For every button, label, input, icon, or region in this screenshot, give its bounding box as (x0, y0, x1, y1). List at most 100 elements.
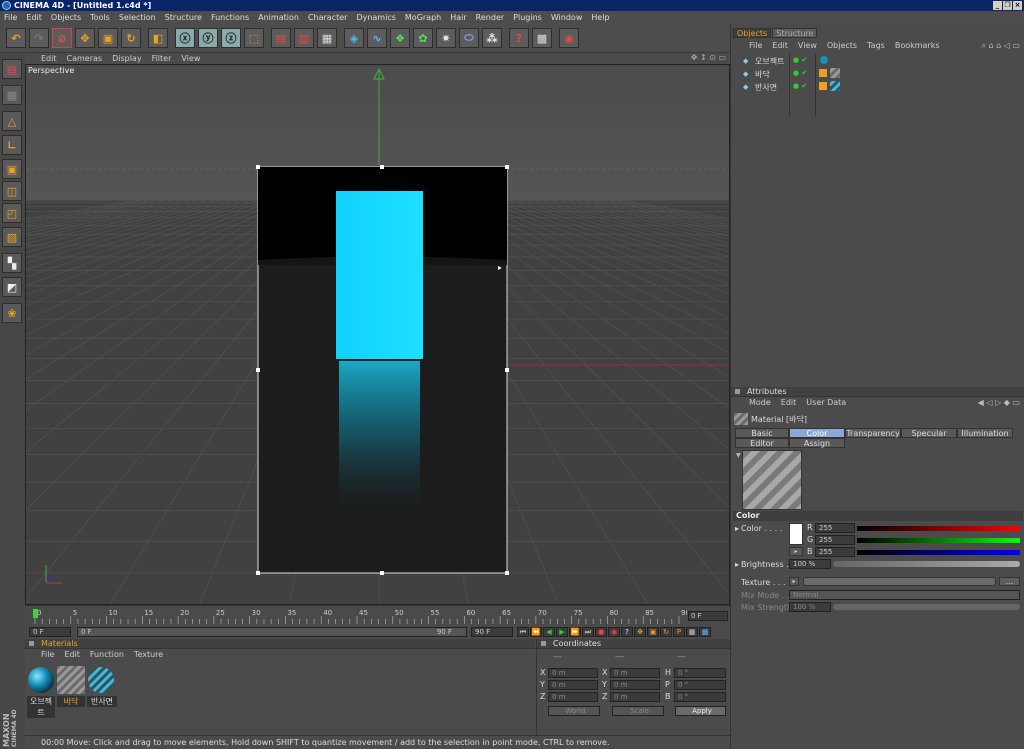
menu-functions[interactable]: Functions (211, 13, 249, 22)
size-y-field[interactable]: 0 m (610, 680, 660, 690)
undo-icon[interactable]: ↶ (6, 28, 26, 48)
texture-options-icon[interactable]: ▸ (789, 577, 799, 586)
layout-grid-icon[interactable]: ▩ (532, 28, 552, 48)
menu-file[interactable]: File (4, 13, 17, 22)
blue-field[interactable]: 255 (815, 547, 855, 557)
viewport-menu-view[interactable]: View (181, 54, 200, 63)
material-swatch-object[interactable]: 오브젝트 (27, 666, 55, 718)
timeline-layout-icon[interactable]: ▩ (699, 627, 711, 637)
render-picture-viewer-icon[interactable]: ▥ (294, 28, 314, 48)
object-row-object[interactable]: ◆ 오브젝트 ● ✔ (735, 55, 1023, 67)
use-polygon-icon[interactable]: ▣ (2, 159, 22, 179)
timeline-ruler[interactable]: 051015202530354045505560657075808590 (31, 606, 687, 626)
array-icon[interactable]: ✿ (413, 28, 433, 48)
nurbs-icon[interactable]: ❖ (390, 28, 410, 48)
materials-menu-function[interactable]: Function (90, 650, 124, 659)
particle-icon[interactable]: ⁂ (482, 28, 502, 48)
floor-name[interactable]: 바닥 (755, 69, 770, 80)
materials-menu-file[interactable]: File (41, 650, 54, 659)
parameter-key-icon[interactable]: P (673, 627, 685, 637)
menu-character[interactable]: Character (308, 13, 348, 22)
texture-tag-icon[interactable] (819, 55, 829, 65)
use-edge-icon[interactable]: ◫ (2, 181, 22, 201)
objects-menu-file[interactable]: File (749, 41, 762, 50)
deformer-icon[interactable]: ✷ (436, 28, 456, 48)
menu-mograph[interactable]: MoGraph (405, 13, 441, 22)
checker-icon[interactable]: ▚ (2, 253, 22, 273)
object-row-floor[interactable]: ◆ 바닥 ● ✔ (735, 68, 1023, 80)
scale-icon[interactable]: ▣ (98, 28, 118, 48)
next-key-icon[interactable]: ⏩ (569, 627, 581, 637)
attr-tab-specular[interactable]: Specular (901, 428, 957, 438)
objects-menu-edit[interactable]: Edit (772, 41, 788, 50)
pla-key-icon[interactable]: ▦ (686, 627, 698, 637)
x-axis-lock-icon[interactable]: ⓧ (175, 28, 195, 48)
move-icon[interactable]: ✥ (75, 28, 95, 48)
texture-browse-button[interactable]: ... (999, 577, 1020, 586)
use-axis-icon[interactable]: ∟ (2, 135, 22, 155)
objects-menu-view[interactable]: View (798, 41, 817, 50)
blue-slider[interactable] (857, 550, 1020, 555)
mixmode-select[interactable]: Normal (789, 590, 1020, 600)
texture-tag-icon[interactable] (819, 68, 841, 78)
attr-tab-color[interactable]: Color (789, 428, 845, 438)
green-slider[interactable] (857, 538, 1020, 543)
attr-tab-illumination[interactable]: Illumination (957, 428, 1013, 438)
play-reverse-icon[interactable]: ◀ (543, 627, 555, 637)
layout-switch-icon[interactable]: ◉ (559, 28, 579, 48)
visibility-check-icon[interactable]: ● ✔ (793, 56, 807, 64)
red-field[interactable]: 255 (815, 523, 855, 533)
viewport-menu-display[interactable]: Display (112, 54, 142, 63)
attributes-menu-userdata[interactable]: User Data (806, 398, 846, 407)
visibility-check-icon[interactable]: ● ✔ (793, 82, 807, 90)
coordinate-system-icon[interactable]: ⬚ (244, 28, 264, 48)
rotation-h-field[interactable]: 0 ° (674, 668, 726, 678)
go-to-end-icon[interactable]: ⏭ (582, 627, 594, 637)
render-view-icon[interactable]: ▤ (271, 28, 291, 48)
keyframe-selection-icon[interactable]: ? (621, 627, 633, 637)
color-picker-toggle-icon[interactable]: ▸ (789, 547, 803, 556)
menu-dynamics[interactable]: Dynamics (356, 13, 395, 22)
materials-menu-edit[interactable]: Edit (64, 650, 80, 659)
render-settings-icon[interactable]: ▦ (317, 28, 337, 48)
tab-structure[interactable]: Structure (772, 28, 818, 38)
viewport-nav-icons[interactable]: ✥ ↕ ⊙ ▭ (691, 53, 726, 62)
attributes-nav-icons[interactable]: ◀ ◁ ▷ ◆ ▭ (978, 398, 1020, 407)
attributes-menu-mode[interactable]: Mode (749, 398, 771, 407)
materials-menu-texture[interactable]: Texture (134, 650, 163, 659)
redo-icon[interactable]: ↷ (29, 28, 49, 48)
start-frame-field[interactable]: 0 F (29, 627, 71, 637)
attr-tab-editor[interactable]: Editor (735, 438, 789, 448)
objects-search-icon[interactable]: ⌕ ⌂ ⌂ ◁ ▭ (981, 41, 1020, 51)
menu-structure[interactable]: Structure (165, 13, 202, 22)
viewport-menu-cameras[interactable]: Cameras (67, 54, 103, 63)
use-model-mode-icon[interactable]: ▤ (2, 59, 22, 79)
mixstrength-slider[interactable] (833, 604, 1020, 610)
position-y-field[interactable]: 0 m (548, 680, 598, 690)
spline-icon[interactable]: ∿ (367, 28, 387, 48)
y-axis-lock-icon[interactable]: ⓨ (198, 28, 218, 48)
position-key-icon[interactable]: ✥ (634, 627, 646, 637)
color-swatch[interactable] (789, 523, 803, 545)
viewport-menu-filter[interactable]: Filter (152, 54, 172, 63)
cube-object-icon[interactable]: ◈ (344, 28, 364, 48)
menu-hair[interactable]: Hair (450, 13, 466, 22)
workplane-icon[interactable]: ◩ (2, 277, 22, 297)
menu-objects[interactable]: Objects (51, 13, 81, 22)
rotation-p-field[interactable]: 0 ° (674, 680, 726, 690)
attr-tab-assign[interactable]: Assign (789, 438, 845, 448)
use-object-mode-icon[interactable]: ▦ (2, 85, 22, 105)
visibility-check-icon[interactable]: ● ✔ (793, 69, 807, 77)
sculpt-icon[interactable]: ❀ (2, 303, 22, 323)
tab-objects[interactable]: Objects (733, 28, 772, 38)
go-to-start-icon[interactable]: ⏮ (517, 627, 529, 637)
restore-button[interactable]: ❐ (1003, 1, 1012, 10)
timeline[interactable]: 051015202530354045505560657075808590 0 F (25, 605, 730, 625)
attr-tab-basic[interactable]: Basic (735, 428, 789, 438)
size-z-field[interactable]: 0 m (610, 692, 660, 702)
mixstrength-field[interactable]: 100 % (789, 602, 831, 612)
menu-window[interactable]: Window (551, 13, 583, 22)
preview-expand-icon[interactable]: ▼ (736, 452, 741, 459)
use-point-mode-icon[interactable]: △ (2, 111, 22, 131)
objects-menu-bookmarks[interactable]: Bookmarks (895, 41, 940, 50)
